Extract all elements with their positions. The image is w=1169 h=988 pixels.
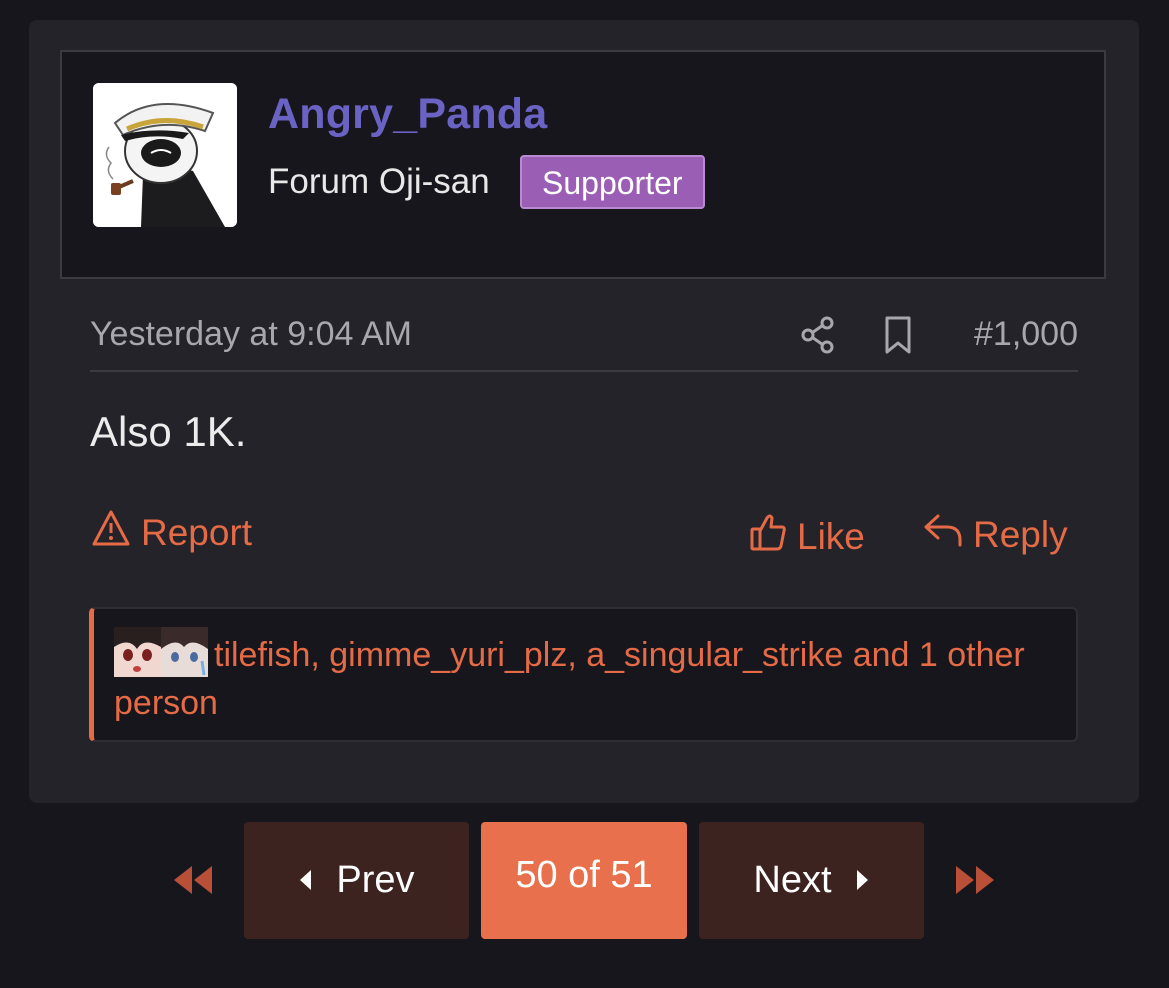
username-link[interactable]: Angry_Panda <box>268 90 547 139</box>
current-page-indicator[interactable]: 50 of 51 <box>481 822 687 939</box>
post-number-link[interactable]: #1,000 <box>974 315 1078 354</box>
reply-button[interactable]: Reply <box>923 512 1068 557</box>
prev-page-button[interactable]: Prev <box>244 822 469 939</box>
post-timestamp[interactable]: Yesterday at 9:04 AM <box>90 315 412 354</box>
user-title: Forum Oji-san <box>268 162 490 201</box>
report-label: Report <box>141 511 253 553</box>
user-avatar[interactable] <box>93 83 237 227</box>
first-page-button[interactable] <box>170 862 214 898</box>
warning-icon <box>91 509 131 556</box>
like-button[interactable]: Like <box>749 512 865 561</box>
page-indicator-text: 50 of 51 <box>515 854 653 896</box>
bookmark-icon[interactable] <box>883 315 913 355</box>
reply-icon <box>923 512 963 557</box>
double-right-icon <box>956 866 994 894</box>
caret-left-icon <box>298 859 312 902</box>
post-meta-row: Yesterday at 9:04 AM #1,000 <box>90 310 1078 372</box>
reactions-list[interactable]: tilefish, gimme_yuri_plz, a_singular_str… <box>114 631 1054 727</box>
next-page-button[interactable]: Next <box>699 822 924 939</box>
reactions-bar[interactable]: tilefish, gimme_yuri_plz, a_singular_str… <box>89 607 1078 742</box>
double-left-icon <box>174 866 212 894</box>
user-info-block: Angry_Panda Forum Oji-san Supporter <box>60 50 1106 279</box>
post-message: Also 1K. <box>90 408 247 455</box>
forum-post: Angry_Panda Forum Oji-san Supporter Yest… <box>29 20 1139 803</box>
prev-label: Prev <box>336 859 415 901</box>
supporter-badge: Supporter <box>520 155 705 209</box>
caret-right-icon <box>856 859 870 902</box>
report-button[interactable]: Report <box>91 509 252 556</box>
like-label: Like <box>797 515 865 557</box>
next-label: Next <box>753 859 832 901</box>
thumbs-up-icon <box>749 512 787 561</box>
last-page-button[interactable] <box>954 862 998 898</box>
reply-label: Reply <box>973 513 1068 555</box>
share-icon[interactable] <box>800 315 836 355</box>
